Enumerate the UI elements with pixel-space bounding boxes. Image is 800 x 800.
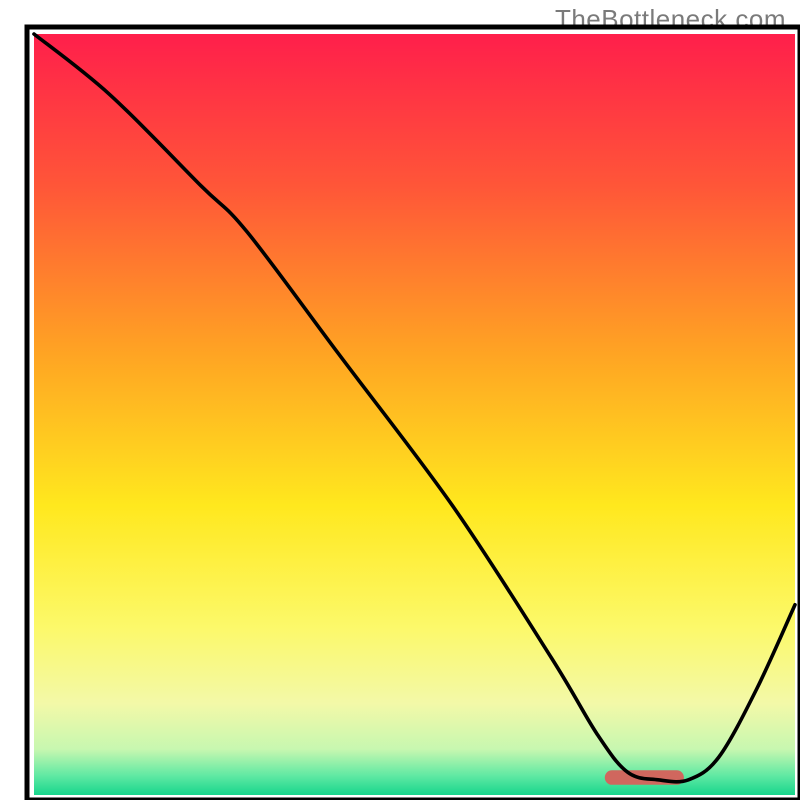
plot-gradient-background: [34, 34, 795, 795]
chart-frame: TheBottleneck.com: [0, 0, 800, 800]
bottleneck-plot: [0, 0, 800, 800]
